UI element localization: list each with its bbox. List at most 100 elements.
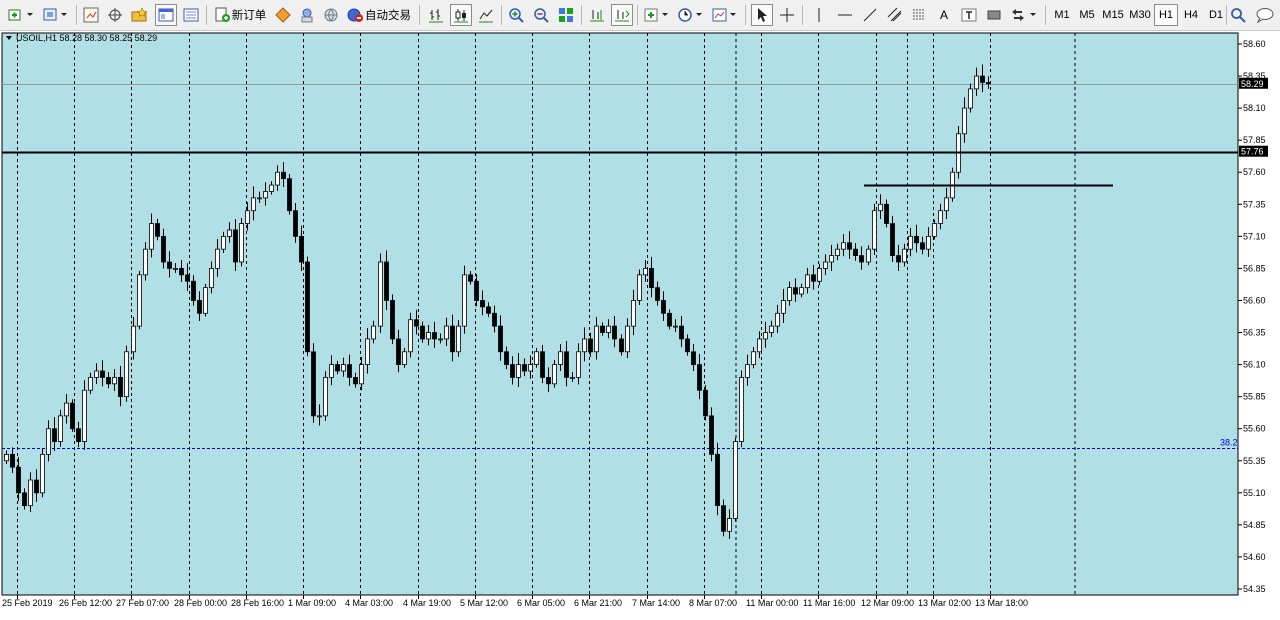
- candle: [70, 399, 75, 432]
- candle-body: [787, 287, 792, 301]
- experts-button[interactable]: [272, 4, 294, 26]
- clock-icon: [678, 8, 702, 22]
- candle-body: [118, 377, 123, 398]
- search-button[interactable]: [1227, 4, 1249, 26]
- text-tool-button[interactable]: A: [933, 4, 955, 26]
- chart-shift-icon: [590, 10, 604, 22]
- indicators-button[interactable]: [642, 4, 672, 26]
- candle-body: [637, 274, 642, 301]
- candle-body: [661, 300, 666, 314]
- chat-button[interactable]: [1253, 4, 1277, 26]
- vertical-line-icon: [818, 8, 820, 22]
- chart-shift-button[interactable]: [586, 4, 608, 26]
- channel-icon: [887, 7, 902, 22]
- candle-body: [564, 351, 569, 378]
- candle-body: [980, 75, 985, 83]
- market-watch-button[interactable]: [80, 4, 102, 26]
- candle-body: [920, 242, 925, 250]
- community-button[interactable]: [320, 4, 342, 26]
- chat-icon: [1256, 8, 1274, 23]
- candle-body: [450, 325, 455, 353]
- candle-body: [781, 300, 786, 314]
- fibonacci-button[interactable]: [908, 4, 930, 26]
- timeframe-h4-button[interactable]: H4: [1179, 4, 1203, 26]
- timeframe-m1-button[interactable]: M1: [1050, 4, 1074, 26]
- navigator-button[interactable]: [104, 4, 126, 26]
- toolbar-separator: [802, 5, 803, 25]
- crosshair-tool-button[interactable]: [776, 4, 798, 26]
- profiles-button[interactable]: [40, 4, 72, 26]
- new-order-button[interactable]: 新订单: [211, 4, 269, 26]
- cursor-tool-button[interactable]: [751, 4, 773, 26]
- periods-button[interactable]: [676, 4, 706, 26]
- y-tick-label: 54.35: [1243, 584, 1266, 594]
- timeframe-m15-button[interactable]: M15: [1100, 4, 1126, 26]
- candle-body: [576, 351, 581, 378]
- shapes-button[interactable]: [983, 4, 1005, 26]
- arrows-icon: [1012, 9, 1036, 21]
- zoom-out-button[interactable]: [530, 4, 552, 26]
- text-label-button[interactable]: [958, 4, 980, 26]
- hline-price-tag: 57.76: [1241, 147, 1264, 157]
- candle-body: [341, 364, 346, 372]
- y-tick-label: 55.35: [1243, 456, 1266, 466]
- data-window-button[interactable]: [155, 4, 177, 26]
- autoscroll-button[interactable]: [611, 4, 633, 26]
- candle-body: [359, 364, 364, 385]
- candle-body: [287, 178, 292, 212]
- candle-body: [908, 235, 913, 250]
- templates-button[interactable]: [710, 4, 740, 26]
- arrows-button[interactable]: [1008, 4, 1040, 26]
- candle-body: [932, 223, 937, 237]
- candle-body: [414, 319, 419, 327]
- chart-window[interactable]: 58.60 58.35 58.10 57.85 57.60 57.35 57.10 56.85…: [0, 31, 1280, 620]
- timeframe-m5-button[interactable]: M5: [1075, 4, 1099, 26]
- vertical-line-button[interactable]: [808, 4, 830, 26]
- candle: [408, 312, 413, 358]
- favorites-button[interactable]: [128, 4, 152, 26]
- toolbar-separator: [501, 5, 502, 25]
- x-tick-label: 1 Mar 09:00: [288, 598, 336, 608]
- line-chart-button[interactable]: [475, 4, 497, 26]
- candle-body: [191, 280, 196, 301]
- horizontal-line-button[interactable]: [834, 4, 856, 26]
- y-tick-label: 56.85: [1243, 263, 1266, 273]
- y-tick-label: 54.85: [1243, 520, 1266, 530]
- candle-body: [902, 248, 907, 263]
- candle-body: [16, 466, 21, 494]
- candle-body: [227, 229, 232, 237]
- autoscroll-icon: [615, 10, 630, 22]
- candle-body: [257, 197, 262, 200]
- y-tick-label: 55.10: [1243, 488, 1266, 498]
- zoom-in-button[interactable]: [505, 4, 527, 26]
- new-chart-button[interactable]: [4, 4, 38, 26]
- x-tick-label: 6 Mar 05:00: [517, 598, 565, 608]
- candle-body: [546, 377, 551, 385]
- autotrading-button[interactable]: 自动交易: [345, 4, 413, 26]
- candle-body: [149, 223, 154, 250]
- terminal-button[interactable]: [180, 4, 202, 26]
- candle-body: [594, 325, 599, 353]
- candle-body: [896, 255, 901, 263]
- candle-body: [745, 364, 750, 378]
- candlestick-chart-button[interactable]: [450, 4, 472, 26]
- candle-body: [805, 274, 810, 289]
- bar-chart-button[interactable]: [425, 4, 447, 26]
- candle-body: [275, 171, 280, 186]
- candle-body: [365, 338, 370, 365]
- candle-body: [691, 351, 696, 365]
- trendline-button[interactable]: [859, 4, 881, 26]
- candle: [82, 380, 87, 450]
- candle: [305, 256, 310, 357]
- candle-body: [426, 332, 431, 340]
- candle-body: [878, 203, 883, 212]
- candle: [637, 269, 642, 305]
- price-chart[interactable]: 58.6058.3558.1057.8557.6057.3557.1056.85…: [0, 31, 1280, 620]
- equidistant-channel-button[interactable]: [884, 4, 906, 26]
- candle-body: [112, 377, 117, 385]
- timeframe-m30-button[interactable]: M30: [1127, 4, 1153, 26]
- timeframe-h1-button[interactable]: H1: [1154, 4, 1178, 26]
- tile-windows-button[interactable]: [555, 4, 577, 26]
- timeframe-d1-button[interactable]: D1: [1204, 4, 1228, 26]
- signals-button[interactable]: [296, 4, 318, 26]
